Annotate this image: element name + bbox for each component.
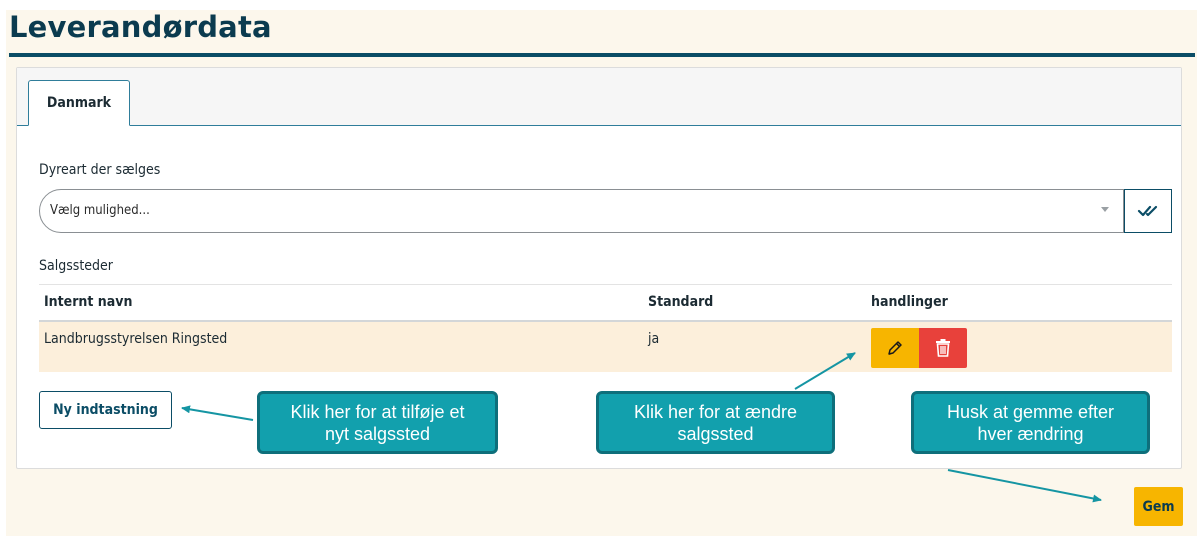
caret-down-icon: [1101, 207, 1109, 212]
callout-save-line-1: Husk at gemme efter: [946, 401, 1115, 422]
select-all-button[interactable]: [1124, 189, 1172, 233]
column-header-name: Internt navn: [44, 294, 133, 310]
callout-add-location: Klik her for at tilføje et nyt salgssted: [257, 391, 498, 454]
animal-select[interactable]: Vælg mulighed...: [39, 189, 1124, 233]
callout-edit-line-1: Klik her for at ændre: [633, 401, 798, 422]
trash-icon: [936, 339, 950, 357]
pencil-icon: [888, 341, 902, 355]
column-header-standard: Standard: [648, 294, 714, 310]
column-header-actions: handlinger: [871, 294, 948, 310]
callout-save-reminder: Husk at gemme efter hver ændring: [911, 391, 1150, 454]
callout-edit-location: Klik her for at ændre salgssted: [596, 391, 835, 454]
new-entry-button[interactable]: Ny indtastning: [39, 391, 172, 429]
animal-select-placeholder: Vælg mulighed...: [50, 203, 150, 218]
callout-add-line-1: Klik her for at tilføje et: [290, 401, 465, 422]
edit-button[interactable]: [871, 328, 919, 368]
cell-name: Landbrugsstyrelsen Ringsted: [44, 331, 228, 347]
animal-select-label: Dyreart der sælges: [39, 162, 161, 178]
callout-edit-line-2: salgssted: [677, 423, 754, 444]
callout-save-line-2: hver ændring: [977, 423, 1084, 444]
table-top-border: [39, 284, 1172, 285]
sales-locations-label: Salgssteder: [39, 258, 113, 274]
cell-standard: ja: [648, 331, 660, 347]
double-check-icon: [1137, 205, 1158, 217]
table-row: Landbrugsstyrelsen Ringsted ja: [39, 322, 1172, 372]
tab-bar: Danmark: [17, 68, 1181, 126]
title-divider: [9, 53, 1195, 57]
page-title: Leverandørdata: [9, 10, 272, 44]
save-button[interactable]: Gem: [1134, 487, 1183, 526]
callout-add-line-2: nyt salgssted: [324, 423, 431, 444]
delete-button[interactable]: [919, 328, 967, 368]
tab-danmark[interactable]: Danmark: [28, 80, 130, 126]
